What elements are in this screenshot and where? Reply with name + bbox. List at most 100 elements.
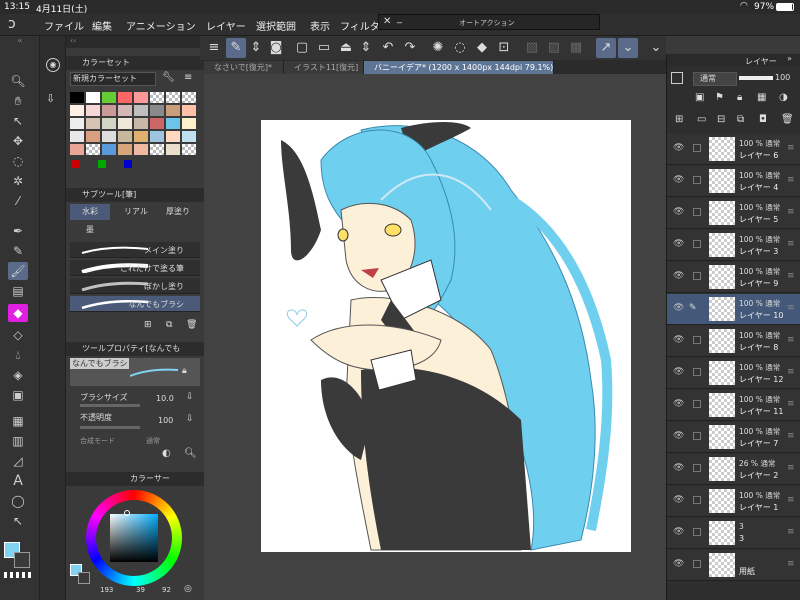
color-swatch[interactable] xyxy=(166,105,180,116)
gallery-icon[interactable]: ◙ xyxy=(266,38,286,58)
color-swatch[interactable] xyxy=(134,118,148,129)
brush-tool-icon[interactable]: 🖌︎ xyxy=(8,262,28,280)
subtool-tab-real[interactable]: リアル xyxy=(112,204,152,220)
color-swatch[interactable] xyxy=(86,92,100,103)
hue-ring[interactable] xyxy=(86,490,182,586)
color-swatch[interactable] xyxy=(86,144,100,155)
color-swatch[interactable] xyxy=(118,105,132,116)
figure-tool-icon[interactable]: ▦ xyxy=(8,412,28,430)
transparent-color-chip[interactable] xyxy=(4,572,32,578)
eye-icon[interactable]: 👁︎ xyxy=(673,495,684,505)
menu-select[interactable]: 選択範囲 xyxy=(256,18,296,33)
merge-down-icon[interactable]: ⊟ xyxy=(717,114,725,125)
layer-color-icon[interactable] xyxy=(671,72,683,84)
drag-handle-icon[interactable]: ≡ xyxy=(787,431,795,441)
menu-icon[interactable]: ≡ xyxy=(184,72,192,83)
gradient-icon[interactable]: ▣ xyxy=(8,386,28,404)
brush-all-in-one[interactable]: これだけで塗る筆 xyxy=(70,260,200,276)
eraser-icon[interactable]: ◇ xyxy=(8,326,28,344)
color-swatch[interactable] xyxy=(150,144,164,155)
lock-transparent-icon[interactable]: ▦ xyxy=(757,92,766,103)
pen-tool-icon[interactable]: ✒ xyxy=(8,222,28,240)
layer-opacity-slider[interactable] xyxy=(739,76,773,80)
brush-main-paint[interactable]: メイン塗り xyxy=(70,242,200,258)
color-set-select[interactable]: 新規カラーセット xyxy=(70,72,156,86)
color-swatch[interactable] xyxy=(70,105,84,116)
eye-icon[interactable]: 👁︎ xyxy=(673,559,684,569)
eye-icon[interactable]: 👁︎ xyxy=(673,239,684,249)
eye-icon[interactable]: 👁︎ xyxy=(673,175,684,185)
drag-handle-icon[interactable]: ≡ xyxy=(787,175,795,185)
menu-view[interactable]: 表示 xyxy=(310,18,330,33)
color-swatch[interactable] xyxy=(134,144,148,155)
layer-row[interactable]: 👁︎ 100 % 通常 レイヤー 3 ≡ xyxy=(667,230,800,261)
lasso-tool-icon[interactable]: ◌ xyxy=(8,152,28,170)
color-swatch[interactable] xyxy=(182,131,196,142)
layer-row[interactable]: 👁︎ 100 % 通常 レイヤー 7 ≡ xyxy=(667,422,800,453)
layer-row[interactable]: 👁︎ 3 3 ≡ xyxy=(667,518,800,549)
sub-color-chip[interactable] xyxy=(78,572,90,584)
pencil-tool-icon[interactable]: ✎ xyxy=(8,242,28,260)
correction-tool-icon[interactable]: ↖ xyxy=(8,512,28,530)
operation-tool-icon[interactable]: ↖ xyxy=(8,112,28,130)
menu-filter[interactable]: フィルタ xyxy=(340,18,380,33)
color-swatch[interactable] xyxy=(182,144,196,155)
brush-size-slider[interactable] xyxy=(80,404,140,407)
blue-chip[interactable] xyxy=(124,160,132,168)
eye-icon[interactable]: 👁︎ xyxy=(673,335,684,345)
color-swatch[interactable] xyxy=(166,92,180,103)
layer-checkbox[interactable] xyxy=(693,528,701,536)
import-icon[interactable]: ⇩ xyxy=(46,92,55,105)
color-swatch[interactable] xyxy=(118,144,132,155)
airbrush-icon[interactable]: ▤ xyxy=(8,282,28,300)
layer-row[interactable]: 👁︎ 100 % 通常 レイヤー 12 ≡ xyxy=(667,358,800,389)
minimize-icon[interactable]: _ xyxy=(397,13,402,24)
deselect-icon[interactable]: ▩ xyxy=(566,38,586,58)
wrench-icon[interactable]: 🔧︎ xyxy=(162,72,175,83)
new-folder-icon[interactable]: ▭ xyxy=(697,114,706,125)
color-swatch[interactable] xyxy=(166,131,180,142)
menu-layer[interactable]: レイヤー xyxy=(206,18,246,33)
lock-icon[interactable]: 🔒︎ xyxy=(182,366,187,376)
eye-icon[interactable]: 👁︎ xyxy=(673,399,684,409)
color-swatch[interactable] xyxy=(150,92,164,103)
drag-handle-icon[interactable]: ≡ xyxy=(787,527,795,537)
ruler-tool-icon[interactable]: ◿ xyxy=(8,452,28,470)
layer-checkbox[interactable] xyxy=(693,560,701,568)
invert-selection-icon[interactable]: ▨ xyxy=(544,38,564,58)
color-swatch[interactable] xyxy=(102,131,116,142)
sort-icon[interactable]: ⇕ xyxy=(246,38,266,58)
fill-icon[interactable]: ◆ xyxy=(472,38,492,58)
pressure-icon[interactable]: ⇩ xyxy=(186,392,194,402)
eye-icon[interactable]: 👁︎ xyxy=(673,367,684,377)
transform-icon[interactable]: ⊡ xyxy=(494,38,514,58)
subtool-tab-thick[interactable]: 厚塗り xyxy=(154,204,200,220)
hand-tool-icon[interactable]: ✋︎ xyxy=(8,92,28,110)
panel-collapse[interactable]: ‹‹ xyxy=(66,36,204,48)
lock-icon[interactable]: 🔒︎ xyxy=(737,92,742,103)
redo-icon[interactable]: ↷ xyxy=(400,38,420,58)
drag-handle-icon[interactable]: ≡ xyxy=(787,239,795,249)
drag-handle-icon[interactable]: ≡ xyxy=(787,143,795,153)
pressure-icon[interactable]: ⇩ xyxy=(186,414,194,424)
drag-handle-icon[interactable]: ≡ xyxy=(787,207,795,217)
saturation-value-square[interactable] xyxy=(110,514,158,562)
magic-wand-icon[interactable]: ✲ xyxy=(8,172,28,190)
settings-icon[interactable]: ◐ xyxy=(162,448,171,459)
color-swatch[interactable] xyxy=(86,105,100,116)
zoom-tool-icon[interactable]: 🔍︎ xyxy=(8,72,28,90)
color-swatch[interactable] xyxy=(166,144,180,155)
panel-expand-icon[interactable]: » xyxy=(787,54,792,63)
drag-handle-icon[interactable]: ≡ xyxy=(787,303,795,313)
menu-file[interactable]: ファイル xyxy=(44,18,84,33)
eyedropper-icon[interactable]: ⁄ xyxy=(8,192,28,210)
layer-checkbox[interactable] xyxy=(693,240,701,248)
layer-row[interactable]: 👁︎ 100 % 通常 レイヤー 11 ≡ xyxy=(667,390,800,421)
copy-layer-icon[interactable]: ⧉ xyxy=(737,114,744,125)
color-mode-icon[interactable]: ◎ xyxy=(184,584,192,594)
brush-anything[interactable]: なんでもブラシ xyxy=(70,296,200,312)
selection-icon[interactable]: ▧ xyxy=(522,38,542,58)
color-swatch[interactable] xyxy=(118,131,132,142)
search-icon[interactable]: 🔍︎ xyxy=(184,448,197,459)
layer-row[interactable]: 👁︎ 100 % 通常 レイヤー 5 ≡ xyxy=(667,198,800,229)
